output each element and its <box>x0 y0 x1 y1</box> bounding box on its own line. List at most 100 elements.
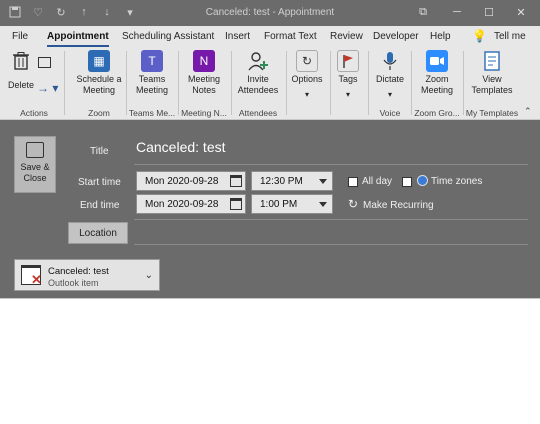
close-icon: ✕ <box>516 6 526 19</box>
canceled-x-icon: ✕ <box>31 272 42 287</box>
tags-dropdown-icon: ▾ <box>345 90 350 99</box>
group-teams-label: Teams Me... <box>128 108 176 118</box>
attachment-item[interactable]: ✕ Canceled: test Outlook item ⌄ <box>14 259 160 291</box>
close-button[interactable]: ✕ <box>504 3 538 21</box>
recurrence-icon: ↻ <box>296 50 318 72</box>
divider <box>411 51 412 115</box>
start-date-field[interactable]: Mon 2020-09-28 <box>136 171 246 191</box>
tab-review[interactable]: Review <box>330 31 363 42</box>
meeting-notes-button[interactable]: N Meeting Notes <box>182 50 226 96</box>
group-actions-label: Actions <box>20 108 48 118</box>
divider <box>330 51 331 115</box>
location-button[interactable]: Location <box>68 222 128 244</box>
tags-label: Tags <box>338 74 358 84</box>
dictate-dropdown-icon: ▾ <box>387 90 392 99</box>
title-label: Title <box>90 146 109 157</box>
zoom-camera-icon <box>426 50 448 72</box>
meeting-notes-label: Meeting Notes <box>187 74 221 95</box>
options-button[interactable]: ↻ Options ▾ <box>288 50 326 100</box>
teams-meeting-button[interactable]: T Teams Meeting <box>130 50 174 96</box>
chevron-down-icon <box>319 179 327 184</box>
divider <box>286 51 287 115</box>
ribbon-display-icon: ⧉ <box>419 5 427 18</box>
chevron-down-icon <box>319 202 327 207</box>
templates-icon <box>481 50 503 72</box>
minimize-icon: ─ <box>453 6 461 18</box>
body-editor[interactable] <box>0 298 540 424</box>
flag-icon <box>337 50 359 72</box>
recurrence-icon[interactable]: ↻ <box>348 197 358 211</box>
divider <box>64 51 65 115</box>
title-underline <box>134 164 528 165</box>
onenote-icon: N <box>193 50 215 72</box>
divider <box>126 51 127 115</box>
save-close-button[interactable]: Save & Close <box>14 136 56 193</box>
start-time-select[interactable]: 12:30 PM <box>251 171 333 191</box>
minimize-button[interactable]: ─ <box>440 3 474 21</box>
microphone-icon <box>379 50 401 72</box>
options-dropdown-icon: ▾ <box>304 90 309 99</box>
all-day-checkbox[interactable] <box>348 177 358 187</box>
invite-attendees-button[interactable]: Invite Attendees <box>234 50 282 96</box>
attachment-type: Outlook item <box>48 278 99 288</box>
maximize-button[interactable]: ☐ <box>472 3 506 21</box>
tab-file[interactable]: File <box>12 31 28 42</box>
ribbon-display-options-button[interactable]: ⧉ <box>406 3 440 21</box>
divider <box>368 51 369 115</box>
title-bar: ♡ ↻ ↑ ↓ ▾ Canceled: test - Appointment ⧉… <box>0 0 540 26</box>
group-zoom-gro-label: Zoom Gro... <box>414 108 460 118</box>
start-date-value: Mon 2020-09-28 <box>145 176 219 187</box>
schedule-meeting-button[interactable]: ▦ Schedule a Meeting <box>76 50 122 96</box>
tags-button[interactable]: Tags ▾ <box>334 50 362 100</box>
group-voice-label: Voice <box>379 108 401 118</box>
add-person-icon <box>247 50 269 72</box>
calendar-small-icon[interactable] <box>38 57 51 68</box>
dictate-button[interactable]: Dictate ▾ <box>372 50 408 100</box>
tab-help[interactable]: Help <box>430 31 451 42</box>
delete-label: Delete <box>7 80 34 90</box>
divider <box>178 51 179 115</box>
collapse-ribbon-icon[interactable]: ⌃ <box>524 106 532 117</box>
end-time-label: End time <box>80 200 120 211</box>
calendar-icon[interactable] <box>230 198 242 210</box>
chevron-down-icon[interactable]: ⌄ <box>145 270 153 281</box>
group-zoom-label: Zoom <box>88 108 110 118</box>
divider <box>463 51 464 115</box>
make-recurring-link[interactable]: Make Recurring <box>363 200 434 211</box>
title-field[interactable]: Canceled: test <box>136 139 226 155</box>
tab-scheduling-assistant[interactable]: Scheduling Assistant <box>122 31 214 42</box>
tell-me-search[interactable]: Tell me <box>494 31 526 42</box>
time-zones-checkbox[interactable] <box>402 177 412 187</box>
end-time-select[interactable]: 1:00 PM <box>251 194 333 214</box>
end-date-field[interactable]: Mon 2020-09-28 <box>136 194 246 214</box>
start-time-label: Start time <box>78 177 121 188</box>
zoom-meeting-label: Zoom Meeting <box>420 74 454 95</box>
start-time-value: 12:30 PM <box>260 176 303 187</box>
all-day-label: All day <box>362 176 393 187</box>
schedule-meeting-label: Schedule a Meeting <box>76 74 122 95</box>
options-label: Options <box>291 74 323 84</box>
zoom-calendar-icon: ▦ <box>88 50 110 72</box>
group-attendees-label: Attendees <box>238 108 278 118</box>
teams-icon: T <box>141 50 163 72</box>
end-date-value: Mon 2020-09-28 <box>145 199 219 210</box>
tab-insert[interactable]: Insert <box>225 31 250 42</box>
attachment-name: Canceled: test <box>48 266 109 277</box>
view-templates-button[interactable]: View Templates <box>468 50 516 96</box>
invite-attendees-label: Invite Attendees <box>237 74 279 95</box>
ribbon-tabs: File Appointment Scheduling Assistant In… <box>0 26 540 48</box>
tab-appointment[interactable]: Appointment <box>47 31 109 47</box>
save-close-label: Save & Close <box>20 162 50 183</box>
end-time-value: 1:00 PM <box>260 199 298 210</box>
teams-meeting-label: Teams Meeting <box>135 74 169 95</box>
zoom-meeting-button[interactable]: Zoom Meeting <box>414 50 460 96</box>
tab-format-text[interactable]: Format Text <box>264 31 317 42</box>
group-my-templates-label: My Templates <box>465 108 519 118</box>
save-close-icon <box>26 142 44 158</box>
forward-arrow-icon[interactable]: → ▾ <box>37 81 58 95</box>
tab-developer[interactable]: Developer <box>373 31 419 42</box>
globe-icon <box>417 175 428 186</box>
delete-button[interactable]: Delete <box>6 50 36 91</box>
calendar-icon[interactable] <box>230 175 242 187</box>
view-templates-label: View Templates <box>471 74 513 95</box>
